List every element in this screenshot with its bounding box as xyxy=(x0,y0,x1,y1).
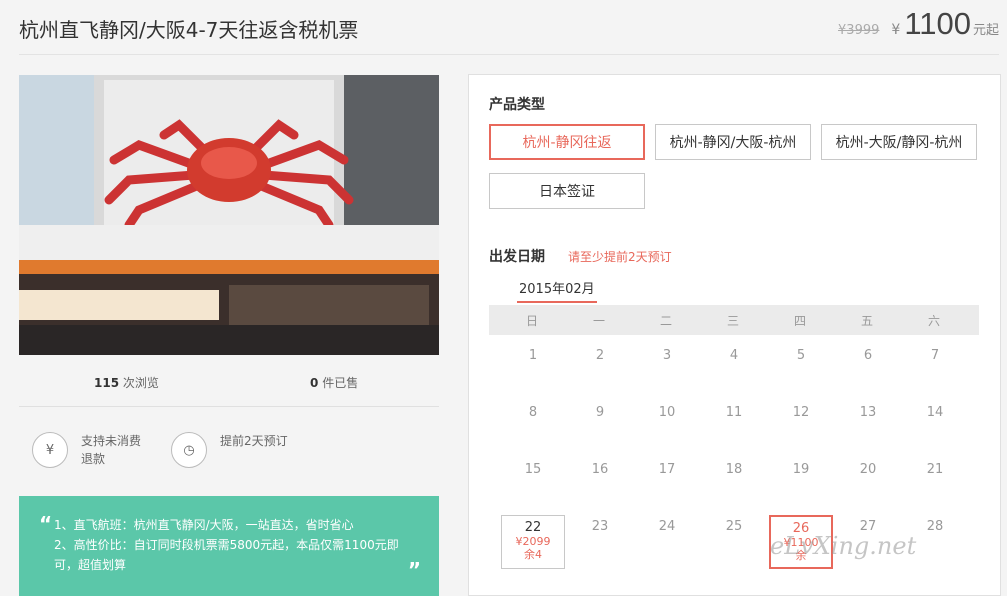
calendar-day: 16 xyxy=(591,462,609,477)
price-block: ¥3999 ¥ 1100 元起 xyxy=(838,6,999,42)
calendar-day: 9 xyxy=(595,405,605,420)
calendar-day: 3 xyxy=(662,348,672,363)
original-price: ¥3999 xyxy=(838,23,880,38)
weekday-tue: 二 xyxy=(659,314,672,328)
weekday-sat: 六 xyxy=(927,314,940,328)
feature-advance-text: 提前2天预订 xyxy=(220,434,288,448)
open-quote-icon: “ xyxy=(39,512,53,536)
views-count: 115 xyxy=(94,376,120,390)
calendar-day: 14 xyxy=(926,405,944,420)
calendar-day: 24 xyxy=(658,519,676,534)
calendar-day: 4 xyxy=(729,348,739,363)
day-number: 22 xyxy=(524,520,542,535)
views-stat: 115 次浏览 xyxy=(94,374,159,391)
sold-label: 件已售 xyxy=(322,376,359,390)
calendar-day: 8 xyxy=(528,405,538,420)
views-label: 次浏览 xyxy=(122,376,159,390)
weekday-fri: 五 xyxy=(860,314,873,328)
calendar-day-available-22[interactable]: 22 ¥2099 余4 xyxy=(501,515,565,569)
feature-advance: ◷ 提前2天预订 xyxy=(171,432,290,468)
stats-bar: 115 次浏览 0 件已售 xyxy=(19,364,439,407)
promo-line-3: 可，超值划算 xyxy=(54,558,127,572)
yen-refund-icon: ¥ xyxy=(32,432,68,468)
sold-count: 0 xyxy=(310,376,319,390)
day-price: ¥2099 xyxy=(515,535,551,548)
calendar-day: 28 xyxy=(926,519,944,534)
calendar-day: 6 xyxy=(863,348,873,363)
weekday-wed: 三 xyxy=(726,314,739,328)
calendar-day: 18 xyxy=(725,462,743,477)
site-watermark: eLvXing.net xyxy=(770,532,917,560)
feature-refund: ¥ 支持未消费退款 xyxy=(32,432,151,468)
price-suffix: 元起 xyxy=(972,23,999,38)
calendar-day: 25 xyxy=(725,519,743,534)
promo-line-1: 1、直飞航班：杭州直飞静冈/大阪，一站直达，省时省心 xyxy=(54,518,354,532)
booking-panel: 产品类型 杭州-静冈往返 杭州-静冈/大阪-杭州 杭州-大阪/静冈-杭州 日本签… xyxy=(468,74,1001,596)
month-tab[interactable]: 2015年02月 xyxy=(517,278,597,303)
clock-icon: ◷ xyxy=(171,432,207,468)
calendar-day: 15 xyxy=(524,462,542,477)
calendar-day: 1 xyxy=(528,348,538,363)
type-option-hangzhou-shizuoka[interactable]: 杭州-静冈往返 xyxy=(489,124,645,160)
page-title: 杭州直飞静冈/大阪4-7天往返含税机票 xyxy=(19,18,359,42)
feature-refund-text: 支持未消费退款 xyxy=(81,434,142,466)
type-option-japan-visa[interactable]: 日本签证 xyxy=(489,173,645,209)
calendar-day: 19 xyxy=(792,462,810,477)
calendar-day: 12 xyxy=(792,405,810,420)
calendar-day: 2 xyxy=(595,348,605,363)
calendar-day: 20 xyxy=(859,462,877,477)
weekday-thu: 四 xyxy=(793,314,806,328)
weekday-mon: 一 xyxy=(592,314,605,328)
calendar-day: 10 xyxy=(658,405,676,420)
weekday-header: 日 一 二 三 四 五 六 xyxy=(489,305,979,335)
calendar-day: 23 xyxy=(591,519,609,534)
type-option-osaka-shizuoka[interactable]: 杭州-大阪/静冈-杭州 xyxy=(821,124,977,160)
promo-box: “ 1、直飞航班：杭州直飞静冈/大阪，一站直达，省时省心 2、高性价比：自订同时… xyxy=(19,496,439,596)
calendar-day: 11 xyxy=(725,405,743,420)
crab-restaurant-image xyxy=(19,75,439,355)
sold-stat: 0 件已售 xyxy=(310,374,358,391)
currency-symbol: ¥ xyxy=(891,22,901,38)
departure-date-heading: 出发日期 xyxy=(489,249,545,265)
promo-line-2: 2、高性价比：自订同时段机票需5800元起，本品仅需1100元即 xyxy=(54,538,399,552)
calendar-day: 21 xyxy=(926,462,944,477)
close-quote-icon: ” xyxy=(407,558,421,582)
product-type-heading: 产品类型 xyxy=(489,97,545,113)
calendar-day: 17 xyxy=(658,462,676,477)
day-stock: 余4 xyxy=(524,548,542,561)
advance-booking-note: 请至少提前2天预订 xyxy=(568,250,672,264)
weekday-sun: 日 xyxy=(525,314,538,328)
current-price: 1100 xyxy=(904,6,971,41)
calendar-day: 7 xyxy=(930,348,940,363)
calendar-day: 5 xyxy=(796,348,806,363)
product-photo xyxy=(19,75,439,355)
product-header: 杭州直飞静冈/大阪4-7天往返含税机票 ¥3999 ¥ 1100 元起 xyxy=(19,0,999,55)
type-option-shizuoka-osaka[interactable]: 杭州-静冈/大阪-杭州 xyxy=(655,124,811,160)
calendar-day: 13 xyxy=(859,405,877,420)
